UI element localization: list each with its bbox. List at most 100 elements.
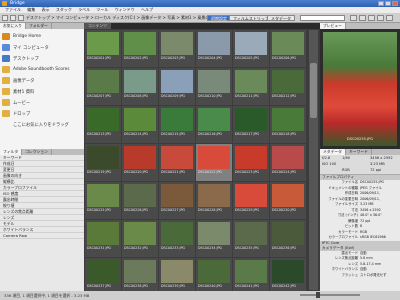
maximize-button[interactable]: [385, 1, 391, 6]
thumbnail-grid: DSC00201 JPG DSC00202 JPG DSC00203 JPG DSC0…: [85, 30, 307, 295]
thumbnail-item[interactable]: DSC00220 JPG: [122, 144, 158, 181]
thumbnail-item[interactable]: DSC00217 JPG: [233, 106, 269, 143]
favorite-item[interactable]: ここにお気に入りをドラッグ: [0, 119, 84, 130]
metadata-key: フラッシュ: [341, 272, 358, 277]
thumbnail-image: [272, 222, 304, 245]
thumbnail-item[interactable]: DSC00207 JPG: [85, 68, 121, 105]
status-bar: 336 項目, 1 項目選択中, 1 項目を選択 - 3.23 MB: [0, 291, 400, 300]
thumbnail-item[interactable]: DSC00241 JPG: [233, 258, 269, 295]
preview-image[interactable]: [323, 32, 397, 146]
breadcrumb[interactable]: デスクトップ > マイ コンピュータ > ローカル ディスク(C:) > 画像デ…: [26, 15, 213, 21]
favorite-item[interactable]: 画像データ: [0, 75, 84, 86]
favorite-item[interactable]: ムービー: [0, 97, 84, 108]
thumbnail-item[interactable]: DSC00204 JPG: [196, 30, 232, 67]
thumbnail-item[interactable]: DSC00222 JPG: [196, 144, 232, 181]
favorites-list: Bridge Home マイ コンピュータ デスクトップ Adobe Soundboo…: [0, 29, 84, 144]
thumbnail-item[interactable]: DSC00203 JPG: [159, 30, 195, 67]
thumbnail-caption: DSC00221 JPG: [161, 170, 185, 174]
rotate-left-icon[interactable]: [359, 15, 366, 21]
favorite-item[interactable]: ドロップ: [0, 108, 84, 119]
thumbnail-item[interactable]: DSC00224 JPG: [270, 144, 306, 181]
thumbnail-item[interactable]: DSC00208 JPG: [122, 68, 158, 105]
thumbnail-caption: DSC00235 JPG: [235, 246, 259, 250]
thumbnail-caption: DSC00241 JPG: [235, 284, 259, 288]
forward-button[interactable]: [10, 15, 16, 21]
thumbnail-item[interactable]: DSC00210 JPG: [196, 68, 232, 105]
folder-icon: [2, 77, 10, 84]
thumbnail-image: [235, 260, 267, 283]
thumbnail-item[interactable]: DSC00232 JPG: [122, 220, 158, 257]
thumbnail-item[interactable]: DSC00206 JPG: [270, 30, 306, 67]
thumbnail-size-slider[interactable]: [300, 294, 360, 296]
thumbnail-item[interactable]: DSC00211 JPG: [233, 68, 269, 105]
folder-icon: [2, 55, 10, 62]
thumbnail-image: [124, 222, 156, 245]
favorite-item[interactable]: マイ コンピュータ: [0, 42, 84, 53]
thumbnail-item[interactable]: DSC00223 JPG: [233, 144, 269, 181]
tab-collections[interactable]: コレクション: [22, 149, 52, 155]
thumbnail-item[interactable]: DSC00234 JPG: [196, 220, 232, 257]
tab-content[interactable]: コンテンツ: [84, 23, 111, 29]
metadata-value: sRGB IEC61966: [360, 235, 386, 239]
thumbnail-item[interactable]: DSC00202 JPG: [122, 30, 158, 67]
tab-folders[interactable]: フォルダー: [26, 23, 52, 29]
favorite-label: ムービー: [13, 100, 31, 106]
thumbnail-item[interactable]: DSC00213 JPG: [85, 106, 121, 143]
thumbnail-item[interactable]: DSC00230 JPG: [270, 182, 306, 219]
thumbnail-item[interactable]: DSC00235 JPG: [233, 220, 269, 257]
content-scrollbar-thumb[interactable]: [310, 63, 317, 118]
thumbnail-item[interactable]: DSC00240 JPG: [196, 258, 232, 295]
thumbnail-item[interactable]: DSC00238 JPG: [122, 258, 158, 295]
thumbnail-item[interactable]: DSC00219 JPG: [85, 144, 121, 181]
thumbnail-item[interactable]: DSC00239 JPG: [159, 258, 195, 295]
thumbnail-item[interactable]: DSC00209 JPG: [159, 68, 195, 105]
thumbnail-caption: DSC00223 JPG: [235, 170, 259, 174]
new-folder-icon[interactable]: [377, 15, 384, 21]
size-value: 3456 x 2592: [370, 156, 393, 160]
thumbnail-caption: DSC00222 JPG: [198, 170, 222, 174]
rating-filter-icon[interactable]: [350, 15, 357, 21]
rotate-right-icon[interactable]: [368, 15, 375, 21]
thumbnail-item[interactable]: DSC00233 JPG: [159, 220, 195, 257]
workspace-default[interactable]: 初期設定: [207, 15, 231, 21]
thumbnail-item[interactable]: DSC00226 JPG: [122, 182, 158, 219]
thumbnail-item[interactable]: DSC00221 JPG: [159, 144, 195, 181]
metadata-key: カラープロファイル: [328, 235, 358, 239]
metadata-panel: メタデータ キーワード f/2.8 1/60 3456 x 2592 ISO 1…: [320, 149, 400, 291]
up-folder-button[interactable]: [18, 15, 24, 21]
thumbnail-item[interactable]: DSC00216 JPG: [196, 106, 232, 143]
thumbnail-size-knob[interactable]: [316, 292, 320, 298]
thumbnail-item[interactable]: DSC00236 JPG: [270, 220, 306, 257]
thumbnail-item[interactable]: DSC00227 JPG: [159, 182, 195, 219]
favorite-item[interactable]: Bridge Home: [0, 31, 84, 42]
favorite-item[interactable]: 素材1 資料: [0, 86, 84, 97]
title-bar: Bridge: [0, 0, 400, 7]
thumbnail-item[interactable]: DSC00215 JPG: [159, 106, 195, 143]
thumbnail-item[interactable]: DSC00205 JPG: [233, 30, 269, 67]
folder-icon: [2, 121, 10, 128]
thumbnail-image: [124, 108, 156, 131]
thumbnail-caption: DSC00212 JPG: [272, 94, 296, 98]
thumbnail-item[interactable]: DSC00228 JPG: [196, 182, 232, 219]
back-button[interactable]: [2, 15, 8, 21]
thumbnail-item[interactable]: DSC00214 JPG: [122, 106, 158, 143]
thumbnail-image: [272, 108, 304, 131]
search-input[interactable]: [300, 15, 345, 21]
close-button[interactable]: [392, 1, 398, 6]
thumbnail-item[interactable]: DSC00201 JPG: [85, 30, 121, 67]
tab-favorites[interactable]: お気に入り: [0, 23, 26, 29]
favorite-item[interactable]: デスクトップ: [0, 53, 84, 64]
workspace-metadata[interactable]: メタデータ: [267, 15, 295, 21]
thumbnail-item[interactable]: DSC00231 JPG: [85, 220, 121, 257]
thumbnail-item[interactable]: DSC00212 JPG: [270, 68, 306, 105]
exif-list: 露出モード 自動 レンズ焦点距離 5.8 mm レンズ 5.8-17.4 mm ホワイトバラ…: [320, 251, 400, 279]
thumbnail-item[interactable]: DSC00237 JPG: [85, 258, 121, 295]
thumbnail-item[interactable]: DSC00225 JPG: [85, 182, 121, 219]
delete-icon[interactable]: [386, 15, 393, 21]
filter-category[interactable]: Camera Raw: [0, 233, 84, 239]
favorite-item[interactable]: Adobe Soundbooth Scores: [0, 64, 84, 75]
thumbnail-item[interactable]: DSC00218 JPG: [270, 106, 306, 143]
minimize-button[interactable]: [378, 1, 384, 6]
thumbnail-item[interactable]: DSC00242 JPG: [270, 258, 306, 295]
thumbnail-item[interactable]: DSC00229 JPG: [233, 182, 269, 219]
